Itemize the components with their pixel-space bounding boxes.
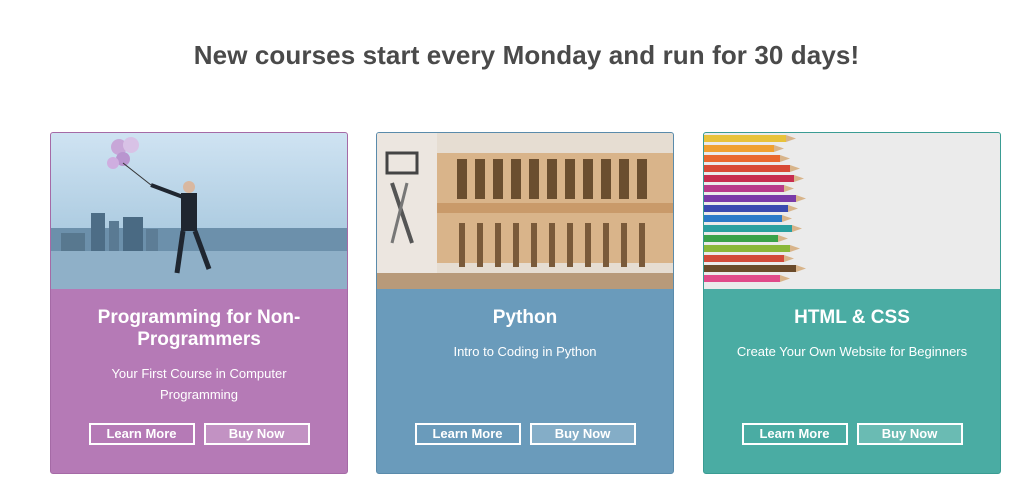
course-actions: Learn More Buy Now xyxy=(377,423,673,445)
page-headline: New courses start every Monday and run f… xyxy=(193,40,860,70)
course-actions: Learn More Buy Now xyxy=(704,423,1000,445)
courses-page: New courses start every Monday and run f… xyxy=(0,0,1022,491)
buy-now-button[interactable]: Buy Now xyxy=(529,423,636,445)
course-card-programming-for-non-programmers: Programming for Non-Programmers Your Fir… xyxy=(50,132,348,474)
course-title: Python xyxy=(492,307,558,328)
course-title: HTML & CSS xyxy=(794,307,910,328)
man-with-balloons-image xyxy=(51,133,347,289)
course-title: Programming for Non-Programmers xyxy=(97,307,301,350)
course-card-html-css: HTML & CSS Create Your Own Website for B… xyxy=(703,132,1001,474)
course-card-python: Python Intro to Coding in Python Learn M… xyxy=(376,132,674,474)
course-subtitle: Your First Course in Computer Programmin… xyxy=(111,366,287,402)
course-subtitle: Create Your Own Website for Beginners xyxy=(736,344,968,359)
buy-now-button[interactable]: Buy Now xyxy=(203,423,310,445)
learn-more-button[interactable]: Learn More xyxy=(741,423,848,445)
course-card-body: Programming for Non-Programmers Your Fir… xyxy=(51,289,347,473)
course-card-body: Python Intro to Coding in Python Learn M… xyxy=(377,289,673,473)
learn-more-button[interactable]: Learn More xyxy=(414,423,521,445)
course-actions: Learn More Buy Now xyxy=(51,423,347,445)
learn-more-button[interactable]: Learn More xyxy=(88,423,195,445)
colored-pencils-image xyxy=(704,133,1000,289)
buy-now-button[interactable]: Buy Now xyxy=(856,423,963,445)
course-subtitle: Intro to Coding in Python xyxy=(453,344,597,359)
course-card-body: HTML & CSS Create Your Own Website for B… xyxy=(704,289,1000,473)
tool-wall-image xyxy=(377,133,673,289)
